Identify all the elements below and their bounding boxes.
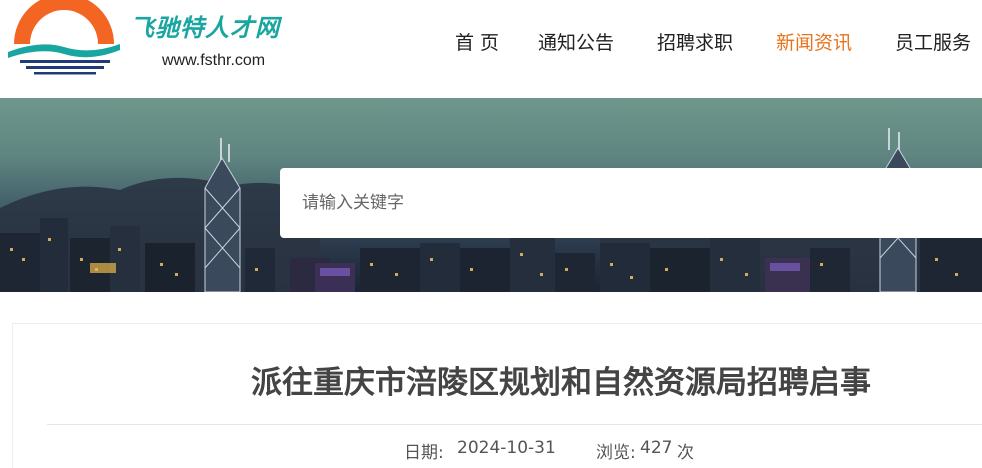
views-label: 浏览: bbox=[596, 443, 636, 463]
search-input[interactable] bbox=[280, 168, 982, 238]
site-header: 飞驰特人才网 www.fsthr.com 首 页 通知公告 招聘求职 新闻资讯 … bbox=[0, 0, 982, 98]
date-label: 日期: bbox=[404, 443, 444, 463]
search-bar bbox=[280, 168, 982, 238]
title-divider bbox=[47, 424, 982, 425]
main-nav: 首 页 通知公告 招聘求职 新闻资讯 员工服务 bbox=[0, 28, 982, 58]
nav-item-staff-services[interactable]: 员工服务 bbox=[895, 28, 971, 55]
views-count: 427 bbox=[640, 438, 673, 458]
article-panel: 派往重庆市涪陵区规划和自然资源局招聘启事 日期: 2024-10-31 浏览: … bbox=[12, 323, 982, 468]
views-unit: 次 bbox=[677, 443, 694, 463]
nav-item-home[interactable]: 首 页 bbox=[455, 28, 499, 55]
nav-item-notices[interactable]: 通知公告 bbox=[538, 28, 614, 55]
nav-item-jobs[interactable]: 招聘求职 bbox=[657, 28, 733, 55]
article-title: 派往重庆市涪陵区规划和自然资源局招聘启事 bbox=[251, 365, 871, 401]
publish-date: 2024-10-31 bbox=[457, 438, 556, 458]
nav-item-news[interactable]: 新闻资讯 bbox=[776, 28, 852, 55]
